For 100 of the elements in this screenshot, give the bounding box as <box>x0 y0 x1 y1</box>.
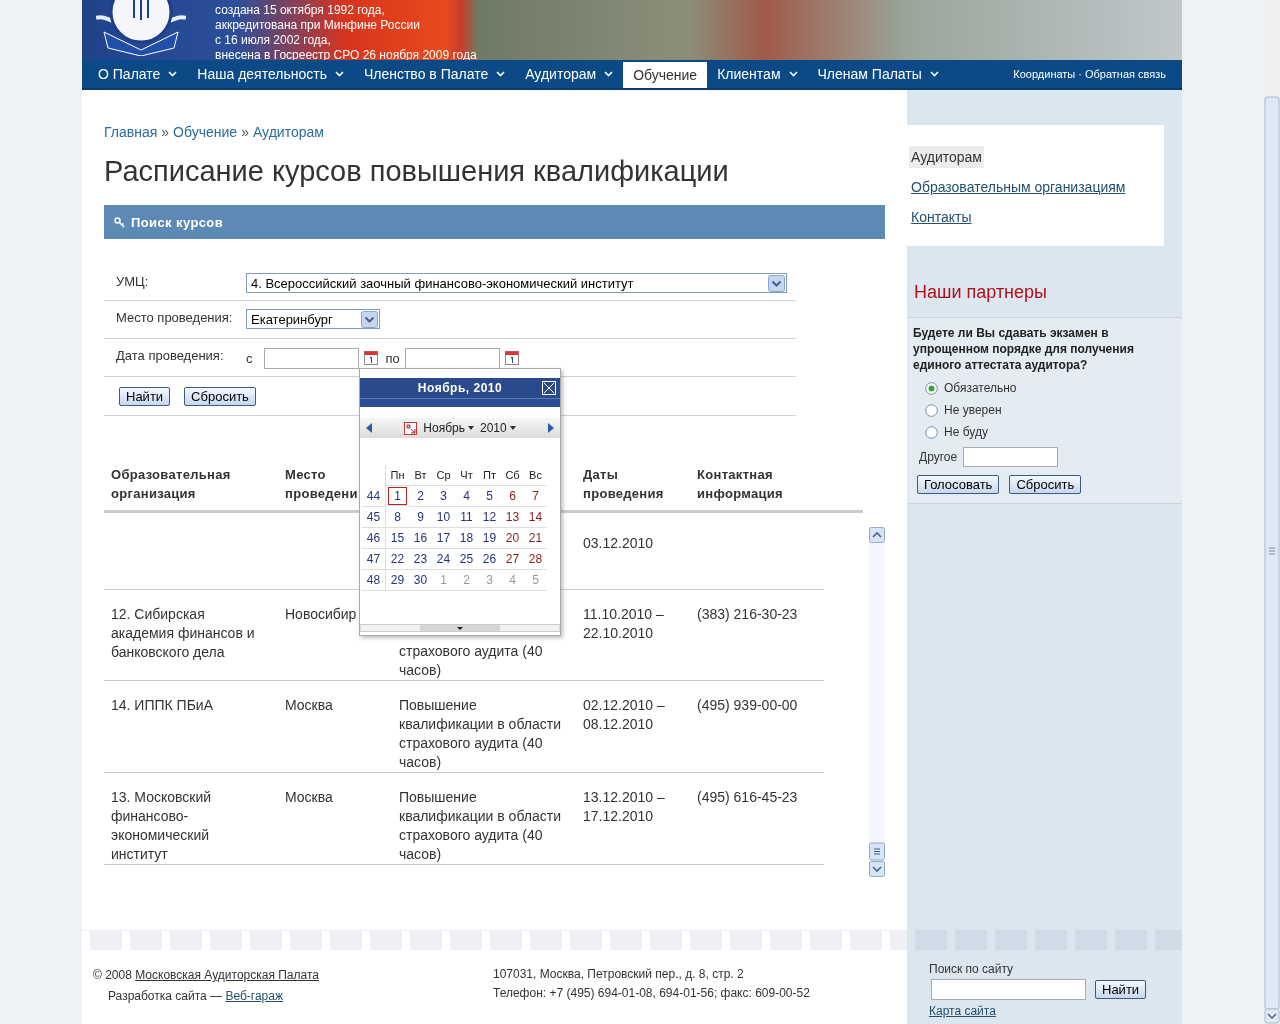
scrollbar[interactable] <box>869 527 885 877</box>
calendar-day[interactable]: 8 <box>386 507 409 528</box>
radio-label: Обязательно <box>944 381 1017 395</box>
calendar-day[interactable]: 15 <box>386 528 409 549</box>
sidebar-link[interactable]: Образовательным организациям <box>909 176 1128 198</box>
column-header: Контактная информация <box>696 466 784 503</box>
nav-item[interactable]: О Палате <box>88 60 188 88</box>
nav-item[interactable]: Обучение <box>623 62 708 88</box>
table-cell-text: (495) 939-00-00 <box>696 696 799 715</box>
calendar-title: Ноябрь, 2010 <box>417 381 503 395</box>
week-number: 44 <box>362 486 386 507</box>
previous-month-icon[interactable] <box>366 423 372 433</box>
organization-link[interactable]: Московская Аудиторская Палата <box>135 968 319 982</box>
site-search-field[interactable] <box>931 979 1086 1000</box>
page-scrollbar[interactable] <box>1264 0 1280 1024</box>
month-selector[interactable]: Ноябрь <box>423 421 474 435</box>
calendar-day[interactable]: 7 <box>524 486 547 507</box>
table-cell-text: (495) 616-45-23 <box>696 788 799 807</box>
calendar-day[interactable]: 26 <box>478 549 501 570</box>
radio-button[interactable] <box>925 403 938 417</box>
calendar-day[interactable]: 9 <box>409 507 432 528</box>
calendar-day[interactable]: 4 <box>455 486 478 507</box>
calendar-day[interactable]: 29 <box>386 570 409 591</box>
weekday-label: Чт <box>455 465 478 486</box>
weekday-label: Пн <box>386 465 409 486</box>
site-search-button[interactable]: Найти <box>1095 980 1147 999</box>
select-field[interactable]: 4. Всероссийский заочный финансово-экономический институт <box>246 273 787 293</box>
table-cell-text: Повышение квалификации в области страхового аудита (40 часов) <box>398 788 562 864</box>
calendar-day[interactable]: 11 <box>455 507 478 528</box>
resize-handle[interactable] <box>360 624 560 632</box>
calendar-day[interactable]: 28 <box>524 549 547 570</box>
nav-item[interactable]: Членам Палаты <box>807 60 949 88</box>
calendar-day[interactable]: 6 <box>501 486 524 507</box>
calendar-day[interactable]: 21 <box>524 528 547 549</box>
table-cell-text: 02.12.2010 – 08.12.2010 <box>582 696 666 734</box>
nav-item[interactable]: Наша деятельность <box>187 60 354 88</box>
today-icon[interactable] <box>404 421 418 435</box>
copyright-text: © 2008 Московская Аудиторская Палата <box>93 968 320 982</box>
poll-button[interactable]: Голосовать <box>917 475 1000 494</box>
calendar-icon[interactable] <box>504 351 519 365</box>
table-cell-text: 11.10.2010 – 22.10.2010 <box>582 605 665 643</box>
week-number: 46 <box>362 528 386 549</box>
date-to-field[interactable] <box>404 347 500 369</box>
other-label: Другое <box>919 450 958 464</box>
calendar-day[interactable]: 16 <box>409 528 432 549</box>
calendar-day[interactable]: 27 <box>501 549 524 570</box>
year-selector[interactable]: 2010 <box>479 421 516 435</box>
breadcrumb-link[interactable]: Аудиторам <box>252 124 324 140</box>
calendar-day[interactable]: 22 <box>386 549 409 570</box>
nav-item[interactable]: Членство в Палате <box>353 60 516 88</box>
credits-text: Разработка сайта — Веб-гараж <box>107 989 284 1003</box>
calendar-day[interactable]: 30 <box>409 570 432 591</box>
calendar-day[interactable]: 14 <box>524 507 547 528</box>
calendar-day[interactable]: 5 <box>478 486 501 507</box>
calendar-day[interactable]: 12 <box>478 507 501 528</box>
form-button[interactable]: Найти <box>119 387 171 406</box>
calendar-day[interactable]: 3 <box>432 486 455 507</box>
sitemap-link[interactable]: Карта сайта <box>929 1004 996 1018</box>
nav-link[interactable]: Обратная связь <box>1084 68 1166 80</box>
calendar-icon[interactable] <box>363 351 378 365</box>
close-icon[interactable] <box>542 381 556 395</box>
calendar-day[interactable]: 25 <box>455 549 478 570</box>
nav-item[interactable]: Клиентам <box>707 60 808 88</box>
developer-link[interactable]: Веб-гараж <box>225 989 283 1003</box>
date-from-field[interactable] <box>263 347 359 369</box>
calendar-day[interactable]: 10 <box>432 507 455 528</box>
phone-text: Телефон: +7 (495) 694-01-08, 694-01-56; факс: 609-00-52 <box>493 986 811 1000</box>
form-button[interactable]: Сбросить <box>184 387 256 406</box>
table-cell-text: Москва <box>284 696 334 715</box>
week-number: 45 <box>362 507 386 528</box>
table-cell-text: 13. Московский финансово-экономический институт <box>110 788 213 864</box>
column-header: Место проведени <box>284 466 359 503</box>
calendar-day[interactable]: 24 <box>432 549 455 570</box>
next-month-icon[interactable] <box>548 423 554 433</box>
field-label: УМЦ: <box>116 273 150 291</box>
nav-link[interactable]: Координаты <box>1013 68 1076 80</box>
weekday-label: Ср <box>432 465 455 486</box>
search-panel-title: Поиск курсов <box>131 214 224 230</box>
breadcrumb-link[interactable]: Главная <box>104 124 158 140</box>
sidebar-link[interactable]: Аудиторам <box>909 146 984 168</box>
calendar-day[interactable]: 18 <box>455 528 478 549</box>
calendar-day[interactable]: 1 <box>388 487 407 506</box>
radio-button[interactable] <box>925 425 938 439</box>
weekday-label: Сб <box>501 465 524 486</box>
nav-item[interactable]: Аудиторам <box>515 60 624 88</box>
breadcrumb-link[interactable]: Обучение <box>173 124 238 140</box>
sidebar-link[interactable]: Контакты <box>909 206 974 228</box>
other-answer-field[interactable] <box>963 447 1059 467</box>
week-number: 47 <box>362 549 386 570</box>
select-field[interactable]: Екатеринбург <box>246 309 380 329</box>
calendar-day[interactable]: 2 <box>409 486 432 507</box>
column-header: Образовательная организация <box>110 466 232 503</box>
poll-button[interactable]: Сбросить <box>1009 475 1082 494</box>
radio-button[interactable] <box>925 381 938 395</box>
calendar-day[interactable]: 20 <box>501 528 524 549</box>
emblem-icon <box>96 0 186 56</box>
calendar-day[interactable]: 17 <box>432 528 455 549</box>
calendar-day[interactable]: 19 <box>478 528 501 549</box>
calendar-day[interactable]: 13 <box>501 507 524 528</box>
calendar-day[interactable]: 23 <box>409 549 432 570</box>
